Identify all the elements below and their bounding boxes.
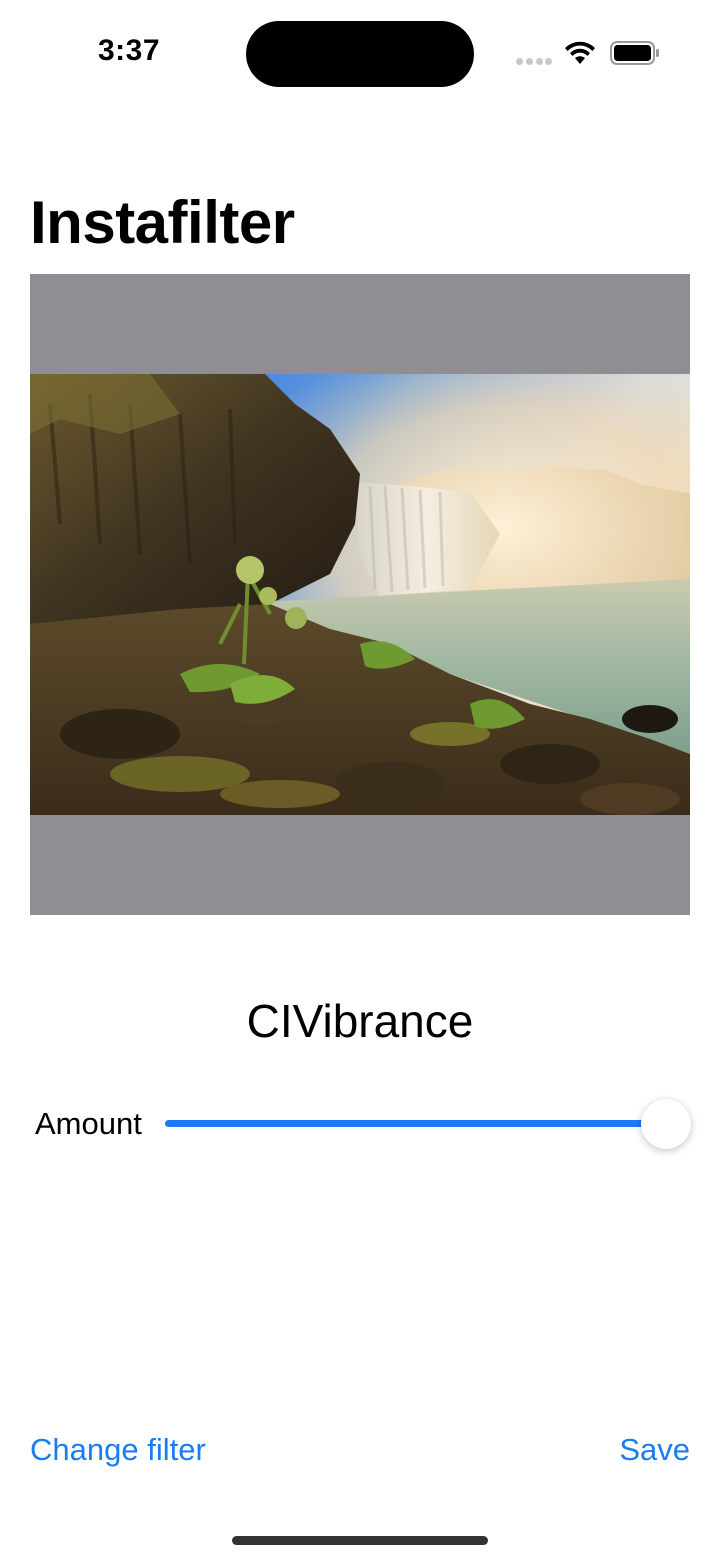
amount-slider[interactable] xyxy=(165,1096,691,1152)
amount-label: Amount xyxy=(35,1106,142,1141)
slider-thumb[interactable] xyxy=(641,1099,691,1149)
signal-icon xyxy=(516,58,552,66)
save-button[interactable]: Save xyxy=(619,1432,690,1468)
filter-name: CIVibrance xyxy=(246,995,474,1047)
photo-image[interactable] xyxy=(30,374,690,815)
dynamic-island xyxy=(246,21,474,87)
wifi-icon xyxy=(565,41,595,64)
status-time: 3:37 xyxy=(98,34,161,67)
battery-icon xyxy=(610,41,659,65)
page-title: Instafilter xyxy=(30,189,295,256)
image-frame[interactable] xyxy=(30,274,690,915)
home-indicator xyxy=(232,1536,488,1545)
change-filter-button[interactable]: Change filter xyxy=(30,1432,206,1468)
slider-fill xyxy=(165,1120,666,1127)
